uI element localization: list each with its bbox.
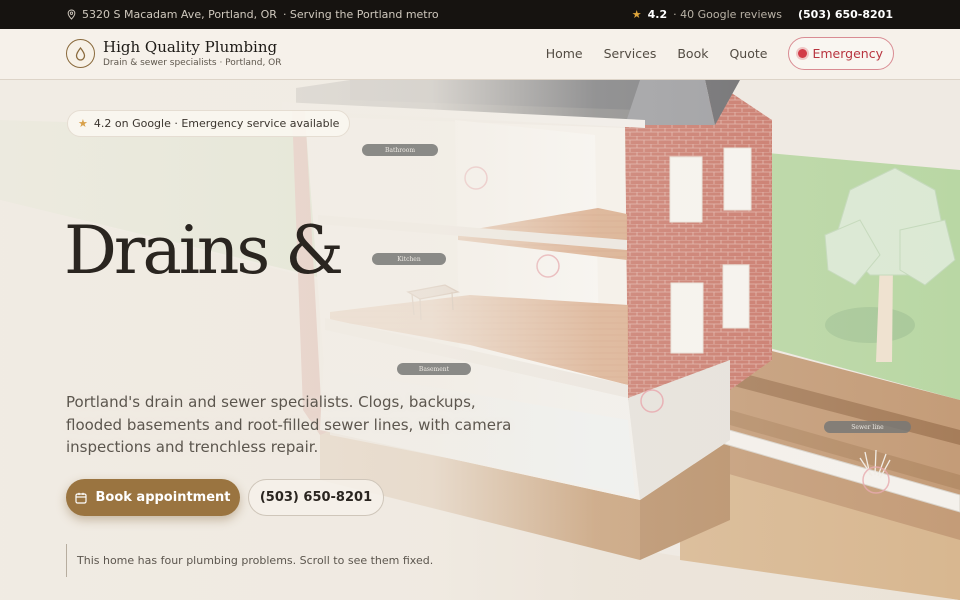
rating-value: 4.2 xyxy=(647,8,668,21)
book-appointment-button[interactable]: Book appointment xyxy=(66,479,240,516)
topbar-right: ★ 4.2 · 40 Google reviews (503) 650-8201 xyxy=(632,0,893,29)
emergency-label: Emergency xyxy=(812,46,883,61)
kitchen-label[interactable]: Kitchen xyxy=(372,253,446,265)
site-header: High Quality Plumbing Drain & sewer spec… xyxy=(0,29,960,80)
rating-badge-text: 4.2 on Google · Emergency service availa… xyxy=(93,117,340,130)
top-info-bar: 5320 S Macadam Ave, Portland, OR · Servi… xyxy=(0,0,960,29)
logo[interactable] xyxy=(66,39,95,68)
house-illustration xyxy=(0,80,960,600)
bathroom-label[interactable]: Bathroom xyxy=(362,144,438,156)
brand[interactable]: High Quality Plumbing Drain & sewer spec… xyxy=(103,38,282,68)
topbar-phone-link[interactable]: (503) 650-8201 xyxy=(798,8,893,21)
book-appointment-label: Book appointment xyxy=(95,490,231,505)
star-icon: ★ xyxy=(631,8,642,21)
house-cutaway-scene: Bathroom Kitchen Basement Sewer line xyxy=(0,80,960,600)
scroll-hint: This home has four plumbing problems. Sc… xyxy=(66,544,433,577)
main-nav: Home Services Book Quote Emergency xyxy=(546,37,894,70)
call-phone-button[interactable]: (503) 650-8201 xyxy=(248,479,384,516)
sewer-line-label[interactable]: Sewer line xyxy=(824,421,911,433)
emergency-button[interactable]: Emergency xyxy=(788,37,894,70)
basement-label[interactable]: Basement xyxy=(397,363,471,375)
nav-services[interactable]: Services xyxy=(604,46,657,61)
rating-badge: ★ 4.2 on Google · Emergency service avai… xyxy=(67,110,351,137)
address-text: 5320 S Macadam Ave, Portland, OR xyxy=(82,8,277,21)
reviews-link[interactable]: · 40 Google reviews xyxy=(673,8,782,21)
map-pin-icon xyxy=(67,9,76,20)
star-icon: ★ xyxy=(78,117,88,130)
service-area-text: · Serving the Portland metro xyxy=(282,8,439,21)
nav-book[interactable]: Book xyxy=(677,46,708,61)
water-drop-icon xyxy=(75,46,86,61)
alert-dot-icon xyxy=(798,49,808,58)
brand-tagline: Drain & sewer specialists · Portland, OR xyxy=(103,58,282,68)
hero-description: Portland's drain and sewer specialists. … xyxy=(66,393,512,456)
nav-home[interactable]: Home xyxy=(546,46,583,61)
nav-quote[interactable]: Quote xyxy=(729,46,767,61)
calendar-icon xyxy=(75,492,88,504)
hero-title-continued xyxy=(88,348,338,382)
hero-title: Drains & xyxy=(64,212,344,289)
location-info: 5320 S Macadam Ave, Portland, OR · Servi… xyxy=(67,0,439,29)
brand-name: High Quality Plumbing xyxy=(103,38,278,56)
